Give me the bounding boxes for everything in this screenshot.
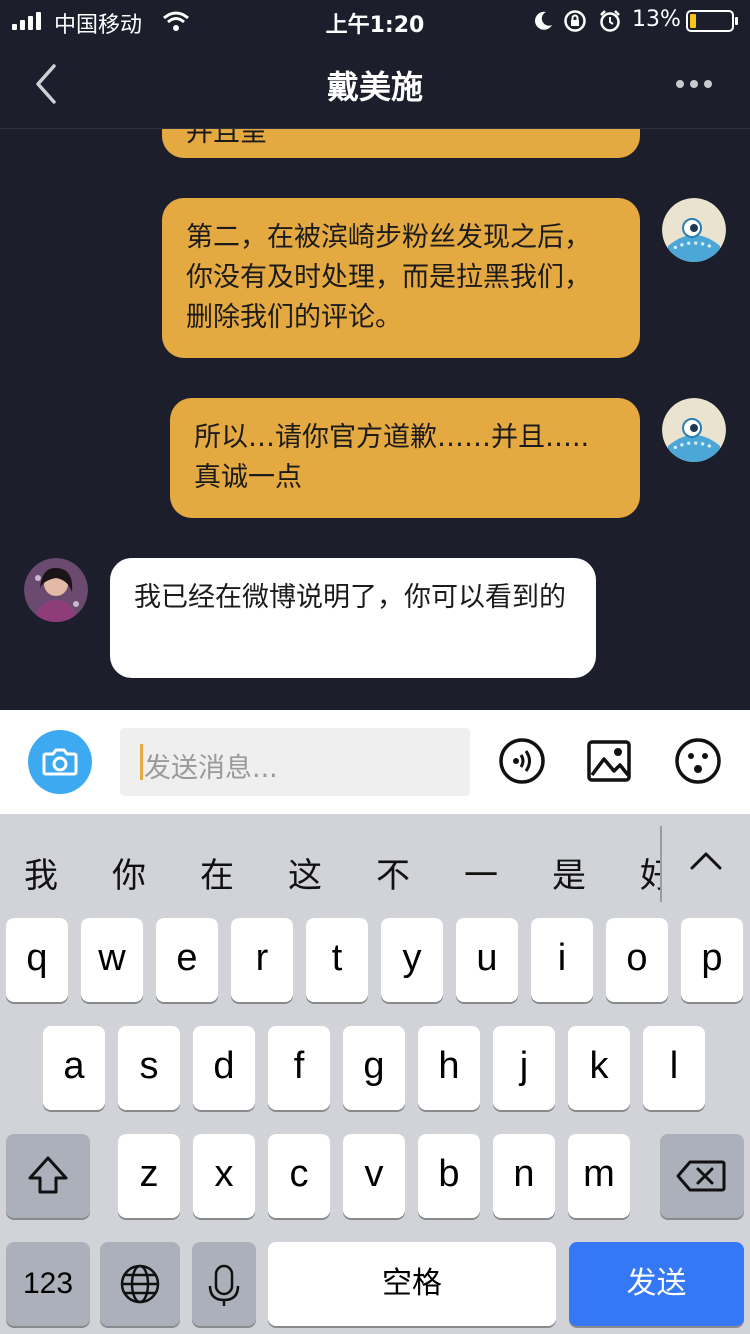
key-w[interactable]: w [81,918,143,1002]
key-z[interactable]: z [118,1134,180,1218]
image-icon[interactable] [586,739,632,783]
message-text: 我已经在微博说明了，你可以看到的 [134,582,566,613]
battery-icon [686,10,738,32]
moon-icon [535,11,552,30]
dictation-key[interactable] [192,1242,256,1326]
candidate-word[interactable]: 一 [464,848,498,897]
space-key[interactable]: 空格 [268,1242,556,1326]
message-text: 并且呈 [186,129,267,148]
backspace-key[interactable] [660,1134,744,1218]
battery-percent: 13% [632,7,681,32]
chat-header: 戴美施 [0,42,750,129]
my-avatar[interactable] [662,398,726,462]
key-j[interactable]: j [493,1026,555,1110]
key-r[interactable]: r [231,918,293,1002]
my-avatar[interactable] [662,198,726,262]
contact-avatar[interactable] [24,558,88,622]
keyboard: 我 你 在 这 不 一 是 好 q w e r t y u i o p a s … [0,814,750,1334]
message-input-placeholder: 发送消息... [144,753,278,784]
globe-key[interactable] [100,1242,180,1326]
candidate-divider [660,826,662,902]
key-d[interactable]: d [193,1026,255,1110]
key-y[interactable]: y [381,918,443,1002]
emoji-icon[interactable] [674,737,722,785]
key-e[interactable]: e [156,918,218,1002]
key-b[interactable]: b [418,1134,480,1218]
globe-icon [120,1264,160,1304]
candidate-word[interactable]: 在 [200,848,234,897]
backspace-icon [676,1160,726,1192]
key-o[interactable]: o [606,918,668,1002]
key-i[interactable]: i [531,918,593,1002]
candidate-bar: 我 你 在 这 不 一 是 好 [0,814,750,910]
send-key[interactable]: 发送 [569,1242,744,1326]
candidate-word[interactable]: 好 [640,848,660,892]
candidate-word[interactable]: 这 [288,848,322,897]
status-bar: 中国移动 上午1:20 13% [0,0,750,42]
key-n[interactable]: n [493,1134,555,1218]
message-text: 所以…请你官方道歉……并且…..真诚一点 [194,422,590,493]
robot-avatar-icon [662,398,726,462]
candidate-clip: 好 [640,844,660,892]
camera-icon [42,748,78,776]
rotation-lock-icon [564,10,586,32]
key-x[interactable]: x [193,1134,255,1218]
person-avatar-icon [24,558,88,622]
key-k[interactable]: k [568,1026,630,1110]
alarm-icon [600,10,620,32]
message-bubble-outgoing[interactable]: 所以…请你官方道歉……并且…..真诚一点 [170,398,640,518]
key-v[interactable]: v [343,1134,405,1218]
key-l[interactable]: l [643,1026,705,1110]
candidate-word[interactable]: 你 [112,848,146,897]
chat-area: 并且呈 第二，在被滨崎步粉丝发现之后，你没有及时处理，而是拉黑我们，删除我们的评… [0,129,750,710]
robot-avatar-icon [662,198,726,262]
shift-icon [28,1156,68,1194]
chat-title: 戴美施 [326,68,423,106]
message-text: 第二，在被滨崎步粉丝发现之后，你没有及时处理，而是拉黑我们，删除我们的评论。 [186,222,591,333]
more-icon[interactable] [674,78,714,90]
message-input[interactable]: 发送消息... [120,728,470,796]
shift-key[interactable] [6,1134,90,1218]
numbers-key[interactable]: 123 [6,1242,90,1326]
key-q[interactable]: q [6,918,68,1002]
key-t[interactable]: t [306,918,368,1002]
text-cursor [140,744,143,780]
key-h[interactable]: h [418,1026,480,1110]
microphone-icon [208,1264,240,1306]
chevron-up-icon[interactable] [688,848,724,872]
message-bubble-incoming[interactable]: 我已经在微博说明了，你可以看到的 [110,558,596,678]
key-s[interactable]: s [118,1026,180,1110]
message-bubble-outgoing[interactable]: 第二，在被滨崎步粉丝发现之后，你没有及时处理，而是拉黑我们，删除我们的评论。 [162,198,640,358]
key-u[interactable]: u [456,918,518,1002]
candidate-word[interactable]: 不 [376,848,410,897]
message-input-bar: 发送消息... [0,710,750,814]
camera-button[interactable] [28,730,92,794]
candidate-word[interactable]: 我 [24,848,58,897]
key-g[interactable]: g [343,1026,405,1110]
key-c[interactable]: c [268,1134,330,1218]
key-f[interactable]: f [268,1026,330,1110]
key-m[interactable]: m [568,1134,630,1218]
message-bubble-outgoing[interactable]: 并且呈 [162,129,640,158]
candidate-word[interactable]: 是 [552,848,586,897]
key-a[interactable]: a [43,1026,105,1110]
key-p[interactable]: p [681,918,743,1002]
voice-icon[interactable] [498,737,546,785]
